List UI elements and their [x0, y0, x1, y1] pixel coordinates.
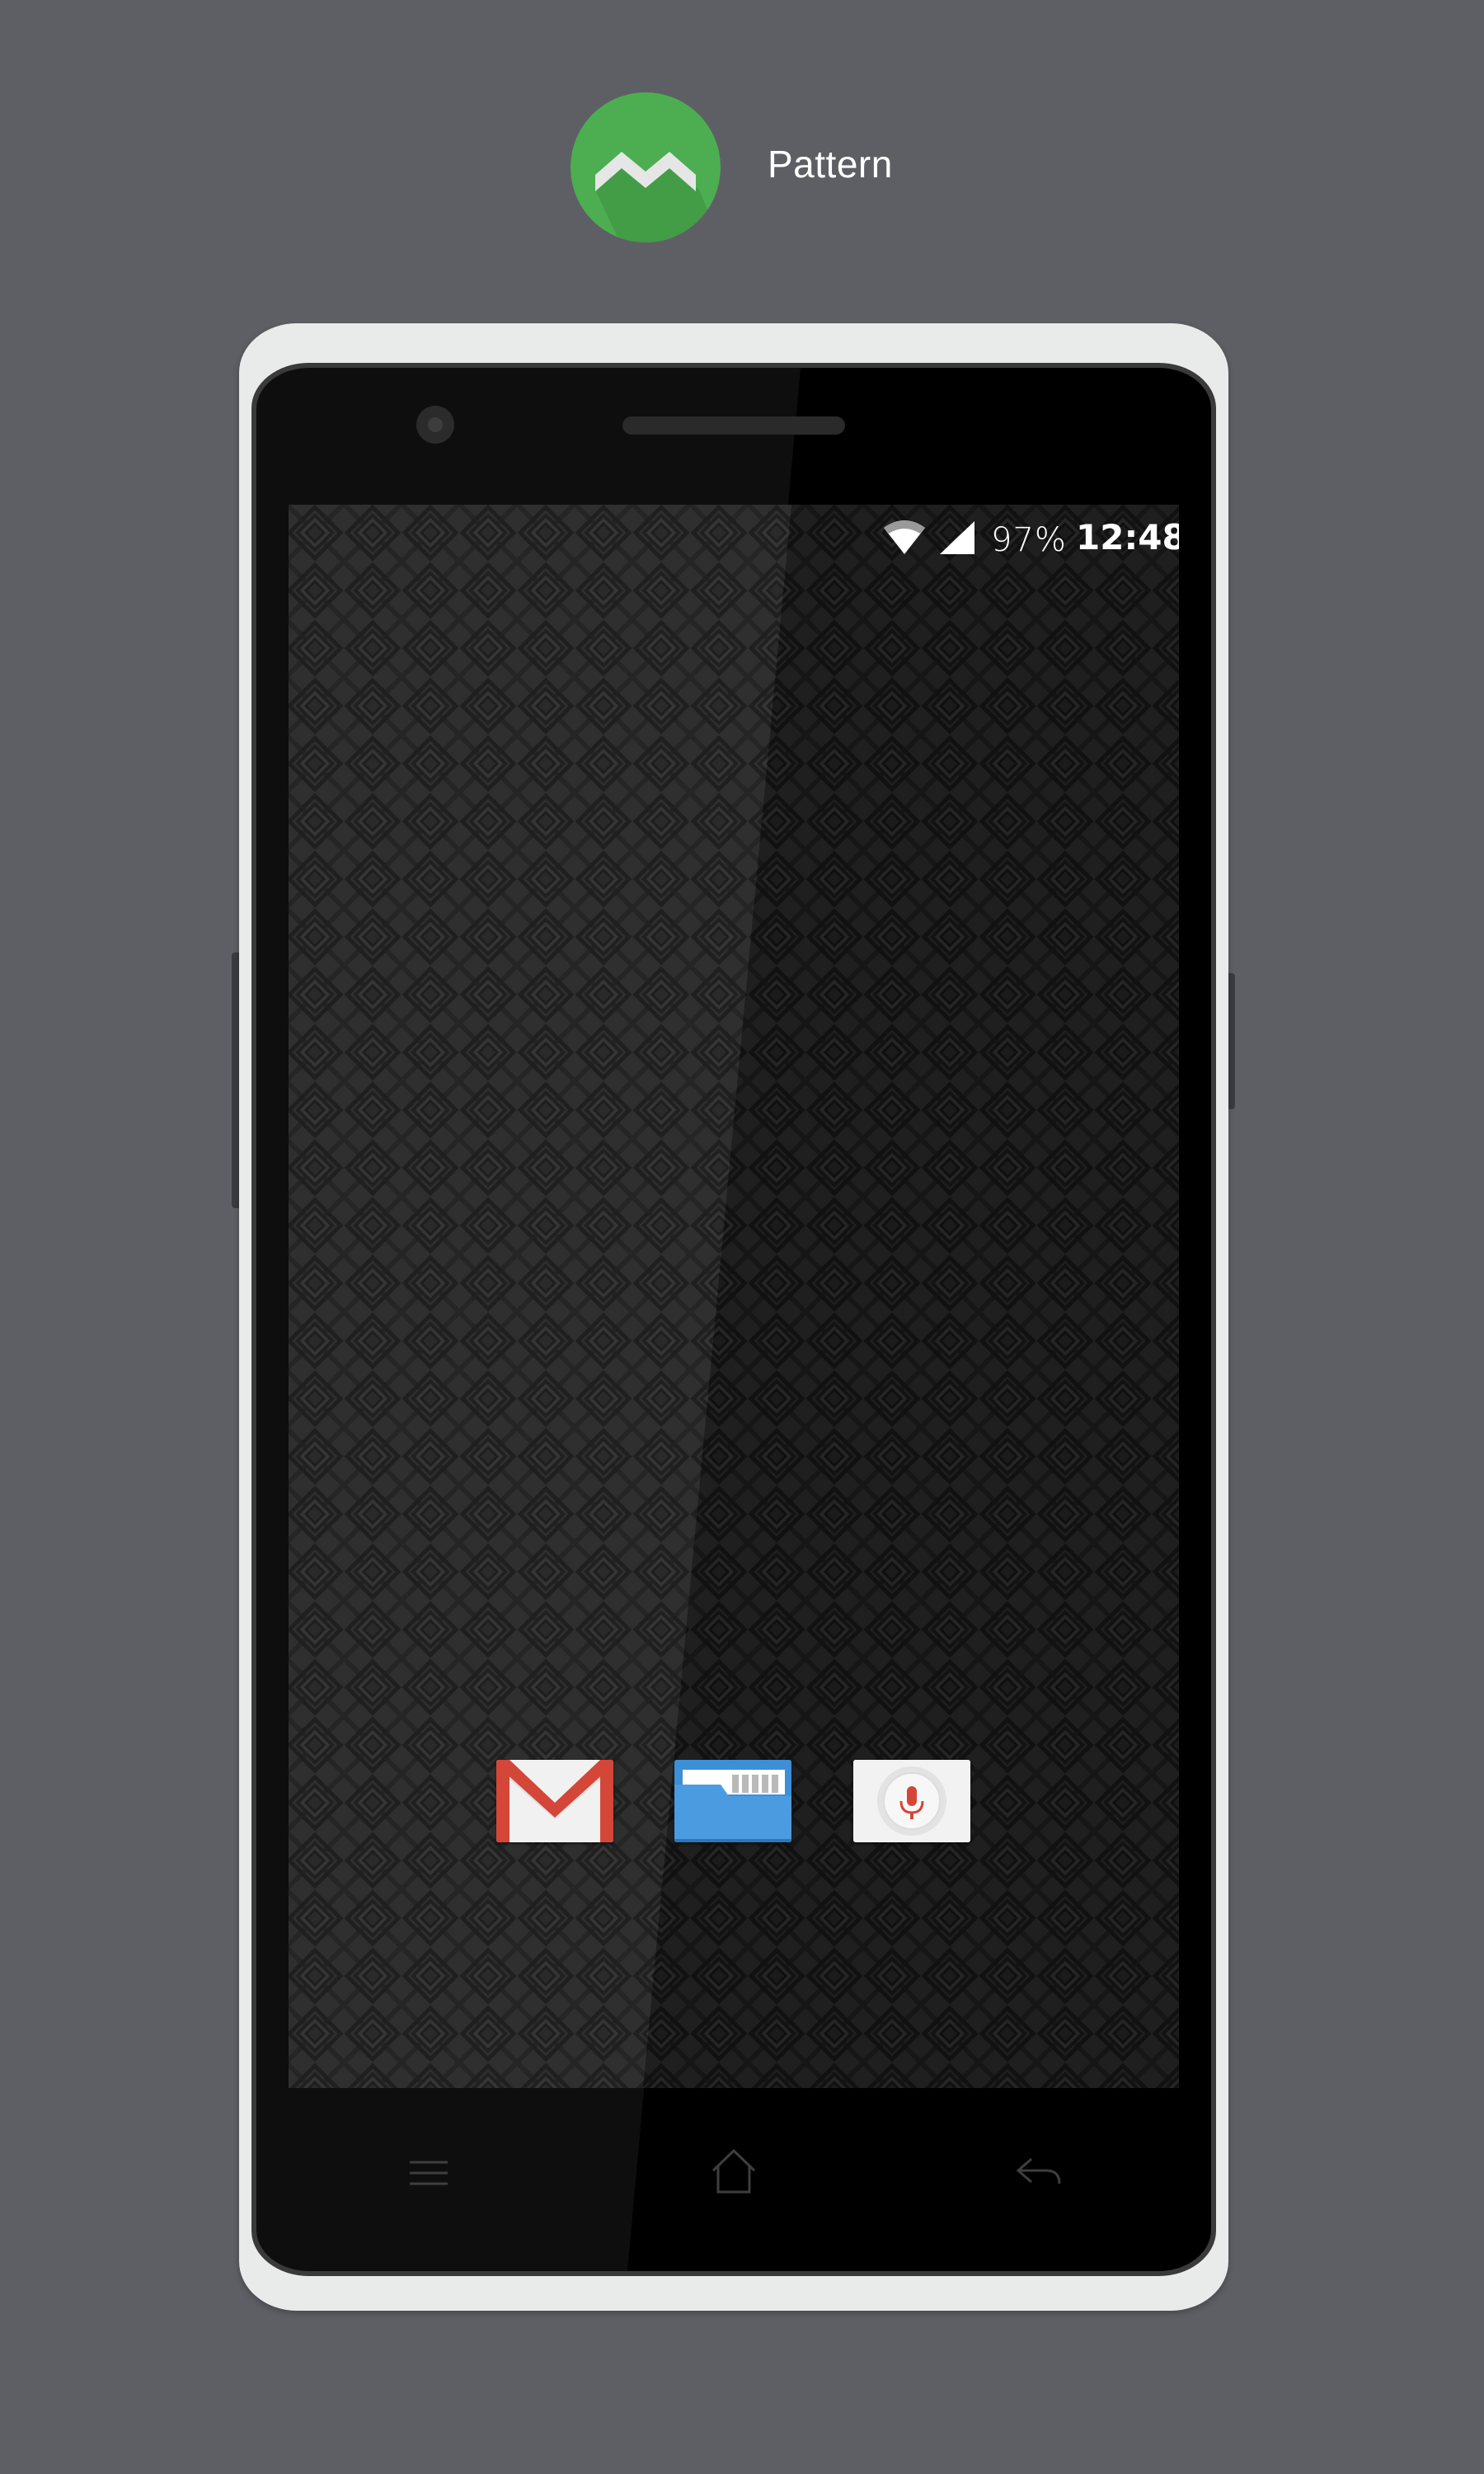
gmail-icon[interactable]	[496, 1760, 613, 1842]
status-bar: 97% 12:48	[289, 505, 1179, 571]
voice-search-icon[interactable]	[853, 1760, 970, 1842]
status-clock: 12:48	[1076, 517, 1179, 557]
earpiece-speaker	[622, 416, 845, 435]
pattern-logo-icon	[571, 92, 721, 242]
app-name-label: Pattern	[768, 143, 893, 186]
cell-signal-icon	[940, 521, 974, 554]
wifi-icon	[884, 520, 925, 554]
home-screen: 97% 12:48	[289, 505, 1179, 2088]
file-manager-icon[interactable]	[674, 1760, 791, 1842]
home-icon[interactable]	[697, 2142, 771, 2200]
battery-percentage: 97%	[991, 521, 1067, 559]
back-icon[interactable]	[1002, 2144, 1076, 2202]
menu-icon[interactable]	[392, 2144, 466, 2202]
front-camera	[416, 406, 454, 444]
